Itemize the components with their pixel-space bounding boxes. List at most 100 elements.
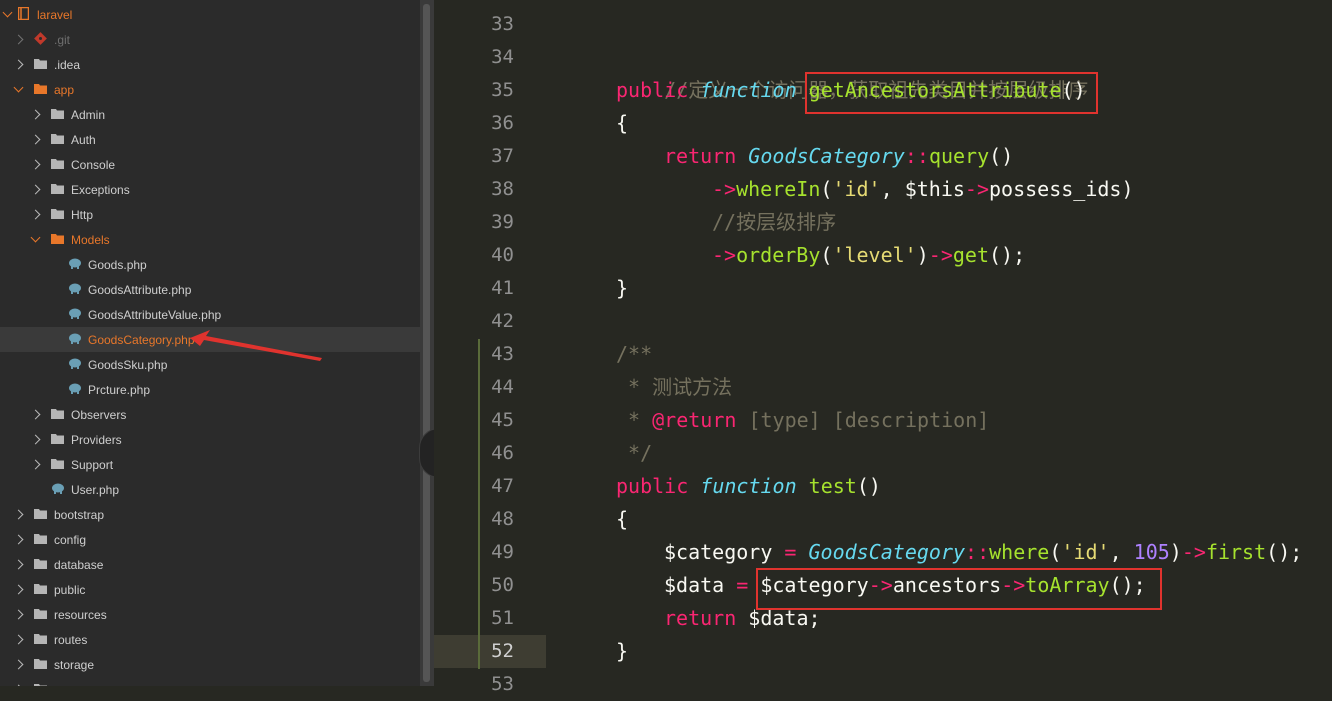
line-number: 48 bbox=[491, 508, 514, 530]
tree-item-label: Providers bbox=[71, 433, 122, 447]
tree-item-storage[interactable]: storage bbox=[0, 652, 420, 677]
tree-item-label: Goods.php bbox=[88, 258, 147, 272]
tree-item-prcture-php[interactable]: Prcture.php bbox=[0, 377, 420, 402]
line-number: 40 bbox=[491, 244, 514, 266]
folder-icon bbox=[51, 208, 64, 219]
tree-item-git[interactable]: .git bbox=[0, 27, 420, 52]
chevron-right-icon bbox=[13, 509, 24, 520]
chevron-right-icon bbox=[30, 134, 41, 145]
tree-item-http[interactable]: Http bbox=[0, 202, 420, 227]
call-end: (); bbox=[1109, 573, 1146, 597]
tree-item-goodsattribute-php[interactable]: GoodsAttribute.php bbox=[0, 277, 420, 302]
line-number: 39 bbox=[491, 211, 514, 233]
tree-item-support[interactable]: Support bbox=[0, 452, 420, 477]
tree-item-admin[interactable]: Admin bbox=[0, 102, 420, 127]
tree-item-label: Prcture.php bbox=[88, 383, 151, 397]
tree-item-goodsattributevalue-php[interactable]: GoodsAttributeValue.php bbox=[0, 302, 420, 327]
line-number: 51 bbox=[491, 607, 514, 629]
tree-item-laravel[interactable]: laravel bbox=[0, 2, 420, 27]
paren: ( bbox=[1049, 540, 1062, 564]
code-editor[interactable]: //定义一个访问器，获取祖先类目并按层级排序 public function g… bbox=[568, 0, 1332, 686]
folder-icon bbox=[34, 658, 47, 669]
code-line-41: } bbox=[616, 272, 628, 305]
comma: , bbox=[880, 177, 905, 201]
tree-item-label: User.php bbox=[71, 483, 120, 497]
folder-icon bbox=[34, 558, 47, 569]
chevron-down-icon bbox=[2, 7, 13, 18]
operator: -> bbox=[928, 243, 953, 267]
tree-item-partial[interactable] bbox=[0, 677, 420, 686]
method-name: toArray bbox=[1025, 573, 1110, 597]
tree-item-app[interactable]: app bbox=[0, 77, 420, 102]
chevron-right-icon bbox=[30, 459, 41, 470]
operator: -> bbox=[1001, 573, 1026, 597]
folder-icon bbox=[51, 458, 64, 469]
property: possess_ids) bbox=[989, 177, 1134, 201]
code-line-47: public function test() bbox=[616, 470, 881, 503]
line-number: 33 bbox=[491, 13, 514, 35]
tree-item-label: Support bbox=[71, 458, 114, 472]
tree-item-label: app bbox=[54, 83, 75, 97]
variable: $data; bbox=[736, 606, 821, 630]
operator: :: bbox=[965, 540, 990, 564]
tree-item-user-php[interactable]: User.php bbox=[0, 477, 420, 502]
tree-item-observers[interactable]: Observers bbox=[0, 402, 420, 427]
tree-item-database[interactable]: database bbox=[0, 552, 420, 577]
tree-item-providers[interactable]: Providers bbox=[0, 427, 420, 452]
line-number: 36 bbox=[491, 112, 514, 134]
chevron-right-icon bbox=[13, 609, 24, 620]
folder-icon bbox=[51, 408, 64, 419]
operator: -> bbox=[964, 177, 990, 201]
tree-item-auth[interactable]: Auth bbox=[0, 127, 420, 152]
annotation-arrow-icon bbox=[190, 330, 322, 361]
tree-item-label: .idea bbox=[54, 58, 81, 72]
keyword-public: public bbox=[616, 474, 689, 498]
paren: ) bbox=[1169, 540, 1182, 564]
method-name: test bbox=[808, 474, 857, 498]
tree-item-models[interactable]: Models bbox=[0, 227, 420, 252]
code-line-50: $data = $category->ancestors->toArray(); bbox=[664, 569, 1146, 602]
line-number: 44 bbox=[491, 376, 514, 398]
tree-item-bootstrap[interactable]: bootstrap bbox=[0, 502, 420, 527]
chevron-right-icon bbox=[30, 159, 41, 170]
tree-item-exceptions[interactable]: Exceptions bbox=[0, 177, 420, 202]
chevron-down-icon bbox=[13, 82, 24, 93]
tree-item-console[interactable]: Console bbox=[0, 152, 420, 177]
tree-item-resources[interactable]: resources bbox=[0, 602, 420, 627]
chevron-right-icon bbox=[13, 34, 24, 45]
tree-item-label: config bbox=[54, 533, 87, 547]
sidebar-scrollbar-thumb[interactable] bbox=[423, 4, 430, 682]
call-end: (); bbox=[989, 243, 1026, 267]
paren: ) bbox=[916, 243, 929, 267]
line-number: 35 bbox=[491, 79, 514, 101]
tree-item-goods-php[interactable]: Goods.php bbox=[0, 252, 420, 277]
tree-item-label: routes bbox=[54, 633, 88, 647]
tree-item-label: database bbox=[54, 558, 104, 572]
call-end: (); bbox=[1266, 540, 1303, 564]
code-line-37: return GoodsCategory::query() bbox=[664, 140, 1013, 173]
tree-item-label: Exceptions bbox=[71, 183, 130, 197]
parens: () bbox=[1061, 78, 1086, 102]
folder-icon bbox=[34, 608, 47, 619]
property: ancestors bbox=[892, 573, 1002, 597]
operator: -> bbox=[712, 177, 737, 201]
tree-item-config[interactable]: config bbox=[0, 527, 420, 552]
line-number-current: 52 bbox=[491, 640, 514, 662]
line-number: 41 bbox=[491, 277, 514, 299]
chevron-right-icon bbox=[13, 534, 24, 545]
chevron-right-icon bbox=[13, 584, 24, 595]
tree-item-routes[interactable]: routes bbox=[0, 627, 420, 652]
folder-open-icon bbox=[51, 233, 64, 244]
folder-icon bbox=[34, 633, 47, 644]
tree-item-label: laravel bbox=[37, 8, 73, 22]
tree-item-label: Auth bbox=[71, 133, 96, 147]
code-line-45: * @return [type] [description] bbox=[616, 404, 989, 437]
tree-item-public[interactable]: public bbox=[0, 577, 420, 602]
operator: -> bbox=[1181, 540, 1206, 564]
tree-item-idea[interactable]: .idea bbox=[0, 52, 420, 77]
php-file-icon bbox=[68, 333, 81, 344]
method-name: query bbox=[928, 144, 990, 168]
php-file-icon bbox=[51, 483, 64, 494]
method-name: where bbox=[989, 540, 1050, 564]
variable: $data bbox=[664, 573, 725, 597]
